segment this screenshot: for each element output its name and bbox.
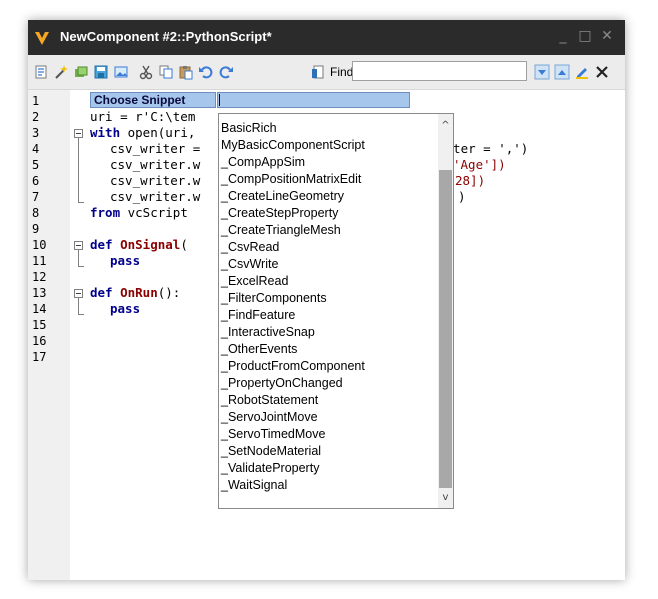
line-number: 12	[32, 270, 47, 284]
new-icon[interactable]	[33, 64, 49, 80]
code-line: uri = r'C:\tem	[90, 109, 196, 124]
list-item[interactable]: _CsvRead	[221, 239, 279, 255]
list-item[interactable]: _ServoJointMove	[221, 409, 318, 425]
choose-snippet-label: Choose Snippet	[90, 92, 216, 108]
list-item[interactable]: _ProductFromComponent	[221, 358, 365, 374]
fold-line	[78, 250, 79, 266]
minimize-button[interactable]: _	[554, 27, 572, 45]
code-line: csv_writer.w	[110, 189, 201, 204]
fold-end	[78, 266, 84, 267]
list-item[interactable]: _ExcelRead	[221, 273, 288, 289]
title-bar[interactable]: NewComponent #2::PythonScript* _ □ ✕	[28, 20, 625, 55]
list-item[interactable]: _FilterComponents	[221, 290, 327, 306]
line-number: 1	[32, 94, 40, 108]
app-logo-icon	[35, 32, 49, 45]
list-item[interactable]: _WaitSignal	[221, 477, 287, 493]
find-down-icon[interactable]	[534, 64, 550, 80]
list-item[interactable]: _CreateTriangleMesh	[221, 222, 341, 238]
code-line: csv_writer.w	[110, 173, 201, 188]
line-number: 7	[32, 190, 40, 204]
document-icon[interactable]	[310, 64, 326, 80]
list-item[interactable]: _SetNodeMaterial	[221, 443, 321, 459]
fold-marker[interactable]	[74, 289, 83, 298]
code-line: pass	[110, 253, 141, 268]
fold-marker[interactable]	[74, 129, 83, 138]
list-item[interactable]: _CompAppSim	[221, 154, 305, 170]
list-item[interactable]: _CreateLineGeometry	[221, 188, 344, 204]
script-editor-window: NewComponent #2::PythonScript* _ □ ✕ Fin…	[28, 20, 625, 580]
code-line: pass	[110, 301, 141, 316]
line-number: 17	[32, 350, 47, 364]
list-item[interactable]: _OtherEvents	[221, 341, 297, 357]
code-line: def OnRun():	[90, 285, 181, 300]
list-item[interactable]: _CsvWrite	[221, 256, 278, 272]
list-item[interactable]: _CompPositionMatrixEdit	[221, 171, 361, 187]
code-line: def OnSignal(	[90, 237, 188, 252]
find-input[interactable]	[352, 61, 527, 81]
list-item[interactable]: BasicRich	[221, 120, 277, 136]
code-line: csv_writer.w	[110, 157, 201, 172]
undo-icon[interactable]	[198, 64, 214, 80]
redo-icon[interactable]	[218, 64, 234, 80]
find-label: Find	[330, 65, 354, 79]
close-button[interactable]: ✕	[598, 27, 616, 45]
fold-marker[interactable]	[74, 241, 83, 250]
code-line: from vcScript	[90, 205, 188, 220]
list-item[interactable]: _PropertyOnChanged	[221, 375, 343, 391]
fold-line	[78, 138, 79, 202]
cut-icon[interactable]	[138, 64, 154, 80]
highlight-icon[interactable]	[574, 64, 590, 80]
fold-line	[78, 298, 79, 314]
scroll-up-icon[interactable]: ^	[438, 118, 453, 134]
toolbar: Find	[28, 55, 625, 90]
list-item[interactable]: _InteractiveSnap	[221, 324, 315, 340]
list-item[interactable]: _ServoTimedMove	[221, 426, 325, 442]
line-number: 3	[32, 126, 40, 140]
list-item[interactable]: _FindFeature	[221, 307, 295, 323]
line-number: 13	[32, 286, 47, 300]
code-line-tail: )	[458, 189, 466, 204]
line-number: 10	[32, 238, 47, 252]
fold-end	[78, 202, 84, 203]
line-number: 11	[32, 254, 47, 268]
window-title: NewComponent #2::PythonScript*	[60, 29, 272, 44]
line-number: 5	[32, 158, 40, 172]
line-number: 6	[32, 174, 40, 188]
line-number: 8	[32, 206, 40, 220]
line-number: 16	[32, 334, 47, 348]
find-up-icon[interactable]	[554, 64, 570, 80]
snippet-select[interactable]	[217, 92, 410, 108]
code-line: with open(uri,	[90, 125, 196, 140]
list-item[interactable]: _ValidateProperty	[221, 460, 319, 476]
scroll-down-icon[interactable]: v	[438, 490, 453, 506]
copy-icon[interactable]	[158, 64, 174, 80]
clear-icon[interactable]	[594, 64, 610, 80]
line-number-gutter: 1 2 3 4 5 6 7 8 9 10 11 12 13 14 15 16 1…	[28, 90, 70, 580]
list-item[interactable]: _CreateStepProperty	[221, 205, 338, 221]
list-item[interactable]: _RobotStatement	[221, 392, 318, 408]
paste-icon[interactable]	[178, 64, 194, 80]
fold-end	[78, 314, 84, 315]
code-line-tail: 28])	[455, 173, 486, 188]
wand-icon[interactable]	[53, 64, 69, 80]
list-item[interactable]: MyBasicComponentScript	[221, 137, 365, 153]
line-number: 2	[32, 110, 40, 124]
scrollbar-thumb[interactable]	[439, 170, 452, 488]
code-line: csv_writer =	[110, 141, 201, 156]
save-icon[interactable]	[93, 64, 109, 80]
maximize-button[interactable]: □	[576, 27, 594, 45]
snippet-dropdown-list[interactable]: BasicRich MyBasicComponentScript _CompAp…	[218, 113, 454, 509]
line-number: 9	[32, 222, 40, 236]
line-number: 4	[32, 142, 40, 156]
line-number: 15	[32, 318, 47, 332]
line-number: 14	[32, 302, 47, 316]
run-icon[interactable]	[73, 64, 89, 80]
gallery-icon[interactable]	[113, 64, 129, 80]
code-line-tail: 'Age'])	[453, 157, 506, 172]
